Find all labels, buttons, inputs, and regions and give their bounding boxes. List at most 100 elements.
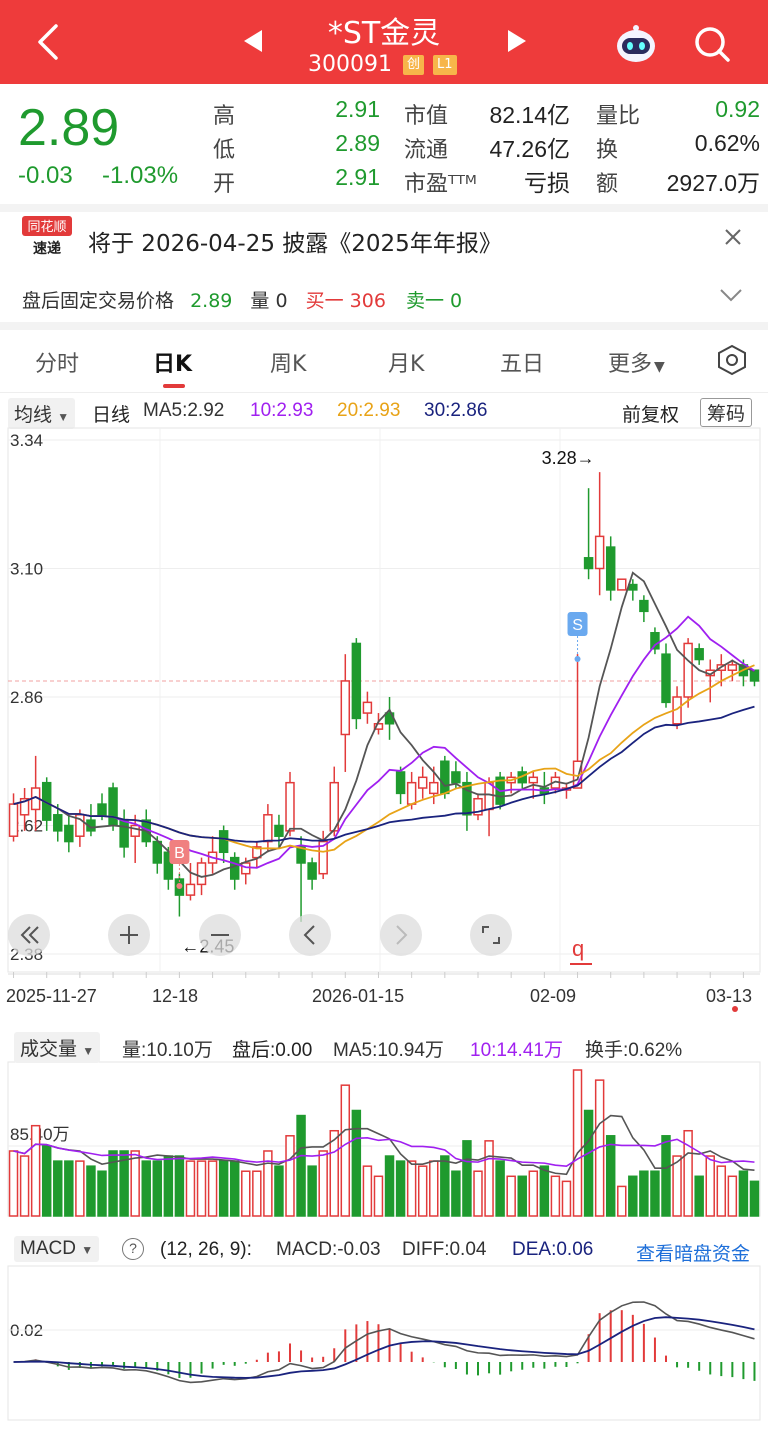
volume-bar — [8, 1150, 19, 1217]
indicator-select-label: 均线 — [14, 405, 53, 426]
volume-bar — [528, 1170, 539, 1217]
volume-bar — [429, 1160, 439, 1217]
macd-indicator-select[interactable]: MACD ▼ — [14, 1236, 100, 1262]
volume-bar — [163, 1155, 174, 1217]
dea-value: DEA:0.06 — [512, 1239, 594, 1260]
scroll-right-button[interactable] — [380, 914, 422, 956]
volume-bar — [495, 1160, 505, 1217]
chips-button[interactable]: 筹码 — [700, 398, 753, 427]
volume-bar — [75, 1160, 85, 1217]
adjust-toggle[interactable]: 前复权 — [622, 400, 679, 427]
volume-bar — [384, 1155, 395, 1217]
candle-body — [605, 546, 616, 591]
candle-body — [64, 824, 74, 843]
candle-body — [661, 653, 671, 704]
tab-more-label: 更多 — [608, 352, 653, 377]
volratio-label: 量比 — [596, 104, 641, 129]
tab-weekly-k[interactable]: 周K — [270, 346, 306, 378]
logo-top-text: 同花顺 — [27, 219, 66, 235]
fullscreen-icon — [482, 926, 500, 944]
volume-bar — [550, 1175, 561, 1217]
volume-bar — [694, 1175, 704, 1217]
ma10-value: 10:2.93 — [250, 400, 314, 421]
x-tick-label: 02-09 — [530, 986, 577, 1006]
volume-bar — [672, 1155, 682, 1217]
candle-body — [451, 771, 461, 784]
open-label: 开 — [213, 172, 236, 197]
candle-body — [241, 862, 251, 875]
caret-down-icon: ▼ — [81, 1243, 94, 1257]
candle-body — [274, 824, 284, 837]
max-price-annotation: 3.28→ — [542, 448, 595, 468]
help-icon[interactable]: ? — [122, 1238, 144, 1260]
tab-monthly-k[interactable]: 月K — [388, 346, 424, 378]
volume-ma5-value: MA5:10.94万 — [333, 1040, 444, 1061]
collapse-left-button[interactable] — [8, 914, 50, 956]
scroll-left-button[interactable] — [289, 914, 331, 956]
volume-bar — [252, 1170, 262, 1217]
candle-body — [694, 648, 704, 661]
mcap-value: 82.14亿 — [489, 102, 570, 128]
minus-icon — [211, 934, 229, 936]
search-icon[interactable] — [692, 24, 732, 64]
tab-intraday[interactable]: 分时 — [35, 346, 79, 378]
x-tick-label: 12-18 — [152, 986, 199, 1006]
volume-bar — [583, 1109, 594, 1217]
candle-body — [130, 824, 140, 837]
settings-hexagon-icon[interactable] — [716, 344, 748, 376]
after-hours-info: 盘后固定交易价格 2.89 量 0 买一 306 卖一 0 — [22, 286, 462, 313]
double-chevron-left-icon — [20, 926, 39, 944]
caret-down-icon: ▼ — [57, 410, 70, 424]
tab-more[interactable]: 更多 ▼ — [608, 346, 665, 378]
volume-indicator-select[interactable]: 成交量 ▼ — [14, 1032, 101, 1063]
logo-bottom-text: 速递 — [33, 240, 61, 257]
macd-legend: MACD ▼ ? (12, 26, 9): MACD:-0.03 DIFF:0.… — [0, 1234, 768, 1266]
volume-bar — [395, 1160, 406, 1217]
q-marker: q — [572, 936, 584, 961]
volume-bar — [561, 1180, 572, 1217]
x-tick-label: 2025-11-27 — [6, 986, 97, 1006]
volume-bar — [650, 1170, 660, 1217]
after-hours-sell: 卖一 0 — [405, 290, 463, 312]
volume-bar — [130, 1150, 140, 1217]
after-hours-volume-value: 盘后:0.00 — [232, 1040, 313, 1061]
dark-pool-link[interactable]: 查看暗盘资金 — [636, 1239, 750, 1266]
next-stock-icon[interactable] — [508, 30, 526, 52]
volume-bar — [639, 1170, 649, 1217]
x-tick-label: 03-13 — [706, 986, 753, 1006]
chevron-left-icon — [303, 925, 315, 945]
stock-code: 300091 — [308, 52, 392, 77]
robot-assistant-icon[interactable] — [614, 24, 658, 64]
low-label: 低 — [213, 138, 236, 163]
volume-bar — [307, 1165, 317, 1217]
volume-select-label: 成交量 — [20, 1039, 78, 1060]
volume-bar — [362, 1165, 373, 1217]
buy-marker-dot — [176, 883, 183, 889]
chevron-down-icon[interactable] — [718, 286, 744, 304]
fullscreen-button[interactable] — [470, 914, 512, 956]
volume-bar — [738, 1170, 749, 1217]
y-tick-label: 2.86 — [10, 688, 43, 707]
volume-bar — [64, 1160, 74, 1217]
volume-bar — [97, 1170, 107, 1217]
volume-value: 量:10.10万 — [122, 1040, 213, 1061]
after-hours-label: 盘后固定交易价格 — [22, 290, 175, 312]
zoom-in-button[interactable] — [108, 914, 150, 956]
notice-text[interactable]: 将于 2026-04-25 披露《2025年年报》 — [88, 224, 502, 258]
volume-bar — [152, 1160, 163, 1217]
tab-daily-k[interactable]: 日K — [153, 346, 192, 378]
candle-body — [152, 840, 163, 864]
macd-value: MACD:-0.03 — [276, 1239, 381, 1260]
divider — [0, 322, 768, 330]
candle-body — [119, 819, 129, 848]
tab-five-day[interactable]: 五日 — [500, 346, 544, 378]
pe-value: 亏损 — [524, 170, 570, 196]
chevron-right-icon — [396, 925, 408, 945]
indicator-select[interactable]: 均线 ▼ — [8, 398, 76, 429]
quote-panel: 2.89 -0.03 -1.03% 高 2.91 低 2.89 开 2.91 市… — [0, 84, 768, 204]
caret-down-icon: ▼ — [654, 359, 665, 375]
zoom-out-button[interactable] — [199, 914, 241, 956]
close-icon[interactable] — [722, 226, 744, 248]
volume-bar — [605, 1135, 616, 1217]
candle-body — [362, 701, 373, 714]
